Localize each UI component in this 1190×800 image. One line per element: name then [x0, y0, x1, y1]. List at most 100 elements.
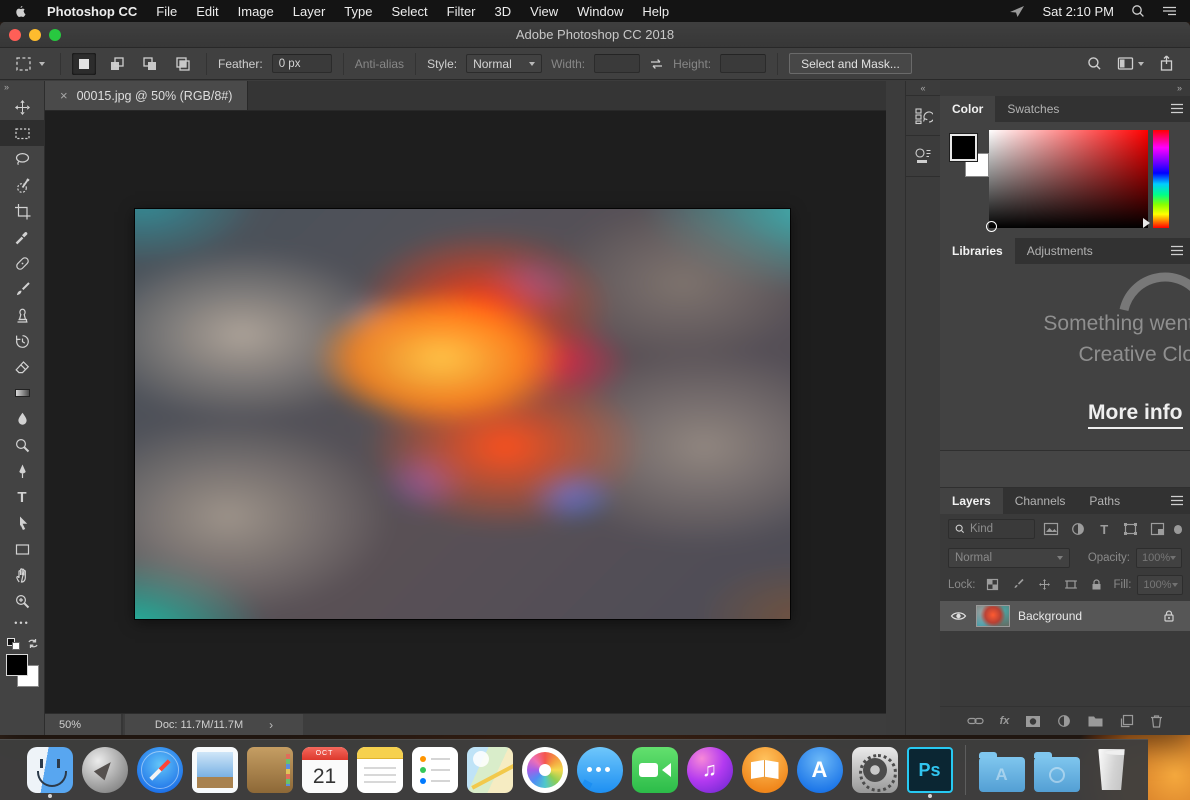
- menu-type[interactable]: Type: [344, 4, 372, 19]
- collapse-panels-icon[interactable]: »: [1177, 81, 1182, 95]
- tab-paths[interactable]: Paths: [1077, 488, 1133, 514]
- panel-color-swatches[interactable]: [949, 133, 994, 182]
- dock-icon-safari[interactable]: [132, 740, 187, 800]
- filter-type-layers-icon[interactable]: T: [1094, 520, 1115, 538]
- blur-tool[interactable]: [0, 406, 45, 432]
- hue-slider-arrow[interactable]: [1143, 218, 1150, 228]
- add-selection-mode-button[interactable]: [105, 53, 129, 75]
- minimize-window-button[interactable]: [29, 28, 41, 41]
- dock-icon-system-preferences[interactable]: [847, 740, 902, 800]
- lock-all-icon[interactable]: [1086, 576, 1108, 594]
- dock-icon-reminders[interactable]: [407, 740, 462, 800]
- layer-style-icon[interactable]: [1000, 715, 1010, 727]
- new-group-icon[interactable]: [1087, 715, 1104, 728]
- workspace-switcher[interactable]: [1117, 56, 1144, 71]
- width-input[interactable]: [594, 54, 641, 73]
- zoom-level-input[interactable]: 50%: [45, 714, 123, 735]
- layer-row-background[interactable]: Background: [940, 601, 1190, 631]
- menu-extra-icon[interactable]: [1009, 4, 1025, 18]
- default-colors-widget[interactable]: [0, 636, 45, 652]
- panel-menu-icon[interactable]: [1170, 495, 1184, 506]
- close-window-button[interactable]: [9, 28, 21, 41]
- document-tab[interactable]: × 00015.jpg @ 50% (RGB/8#): [45, 81, 249, 110]
- spot-healing-brush-tool[interactable]: [0, 250, 45, 276]
- canvas-area[interactable]: [45, 111, 886, 713]
- tab-libraries[interactable]: Libraries: [940, 238, 1015, 264]
- dock-icon-maps[interactable]: [462, 740, 517, 800]
- lock-artboard-icon[interactable]: [1060, 576, 1082, 594]
- lock-transparency-icon[interactable]: [982, 576, 1004, 594]
- filter-pixel-layers-icon[interactable]: [1041, 520, 1062, 538]
- type-tool[interactable]: [0, 484, 45, 510]
- dock-icon-folder-applications[interactable]: A: [974, 740, 1029, 800]
- dock-icon-itunes[interactable]: ♫: [682, 740, 737, 800]
- antialias-checkbox-label[interactable]: Anti-alias: [355, 57, 404, 71]
- dock-icon-app-store[interactable]: [792, 740, 847, 800]
- apple-menu-icon[interactable]: [13, 3, 28, 19]
- close-tab-icon[interactable]: ×: [60, 88, 68, 103]
- tab-adjustments[interactable]: Adjustments: [1014, 238, 1105, 264]
- tab-color[interactable]: Color: [940, 96, 996, 122]
- edit-toolbar-icon[interactable]: [0, 614, 45, 632]
- new-selection-mode-button[interactable]: [72, 52, 96, 75]
- toolbar-collapse-icon[interactable]: »: [0, 81, 44, 94]
- layer-filter-kind-select[interactable]: Kind: [948, 519, 1035, 539]
- zoom-window-button[interactable]: [49, 28, 61, 41]
- dock-icon-trash[interactable]: [1084, 740, 1139, 800]
- lasso-tool[interactable]: [0, 146, 45, 172]
- opacity-input[interactable]: 100%: [1136, 547, 1182, 568]
- lock-pixels-icon[interactable]: [1008, 576, 1030, 594]
- crop-tool[interactable]: [0, 198, 45, 224]
- menu-3d[interactable]: 3D: [495, 4, 512, 19]
- select-and-mask-button[interactable]: Select and Mask...: [789, 53, 912, 74]
- tab-layers[interactable]: Layers: [940, 488, 1003, 514]
- delete-layer-icon[interactable]: [1150, 714, 1163, 728]
- rectangle-tool[interactable]: [0, 536, 45, 562]
- fill-input[interactable]: 100%: [1137, 574, 1184, 595]
- hue-slider[interactable]: [1153, 130, 1169, 228]
- lock-position-icon[interactable]: [1034, 576, 1056, 594]
- device-preview-panel-icon[interactable]: [905, 136, 941, 177]
- feather-input[interactable]: 0 px: [271, 54, 332, 73]
- gradient-tool[interactable]: [0, 380, 45, 406]
- more-info-link[interactable]: More info: [1088, 401, 1183, 429]
- dock-icon-calendar[interactable]: OCT 21: [297, 740, 352, 800]
- menu-view[interactable]: View: [530, 4, 558, 19]
- panel-menu-icon[interactable]: [1170, 245, 1184, 256]
- menu-file[interactable]: File: [156, 4, 177, 19]
- dock-icon-mail[interactable]: [187, 740, 242, 800]
- window-titlebar[interactable]: Adobe Photoshop CC 2018: [0, 22, 1190, 48]
- canvas-image[interactable]: [135, 209, 790, 619]
- filter-adjustment-layers-icon[interactable]: [1067, 520, 1088, 538]
- new-adjustment-layer-icon[interactable]: [1057, 714, 1071, 728]
- history-brush-tool[interactable]: [0, 328, 45, 354]
- status-chevron-icon[interactable]: ›: [269, 718, 273, 732]
- history-panel-icon[interactable]: [905, 95, 941, 136]
- blend-mode-select[interactable]: Normal: [948, 547, 1070, 568]
- dock-icon-messages[interactable]: [572, 740, 627, 800]
- subtract-selection-mode-button[interactable]: [138, 53, 162, 75]
- path-selection-tool[interactable]: [0, 510, 45, 536]
- zoom-tool[interactable]: [0, 588, 45, 614]
- move-tool[interactable]: [0, 94, 45, 120]
- color-swatches-widget[interactable]: [0, 652, 45, 692]
- hand-tool[interactable]: [0, 562, 45, 588]
- new-layer-icon[interactable]: [1120, 714, 1134, 728]
- brush-tool[interactable]: [0, 276, 45, 302]
- dock-icon-launchpad[interactable]: [77, 740, 132, 800]
- filter-toggle-icon[interactable]: [1173, 524, 1182, 534]
- menu-select[interactable]: Select: [391, 4, 427, 19]
- filter-smart-objects-icon[interactable]: [1147, 520, 1168, 538]
- dock-icon-books[interactable]: [737, 740, 792, 800]
- menubar-clock[interactable]: Sat 2:10 PM: [1042, 4, 1114, 19]
- style-select[interactable]: Normal: [466, 54, 543, 73]
- clone-stamp-tool[interactable]: [0, 302, 45, 328]
- pen-tool[interactable]: [0, 458, 45, 484]
- menu-window[interactable]: Window: [577, 4, 623, 19]
- link-layers-icon[interactable]: [967, 716, 984, 726]
- eyedropper-tool[interactable]: [0, 224, 45, 250]
- layer-thumbnail[interactable]: [976, 605, 1010, 627]
- panel-menu-icon[interactable]: [1170, 103, 1184, 114]
- color-field-cursor[interactable]: [986, 221, 997, 232]
- swap-dimensions-icon[interactable]: [649, 57, 664, 71]
